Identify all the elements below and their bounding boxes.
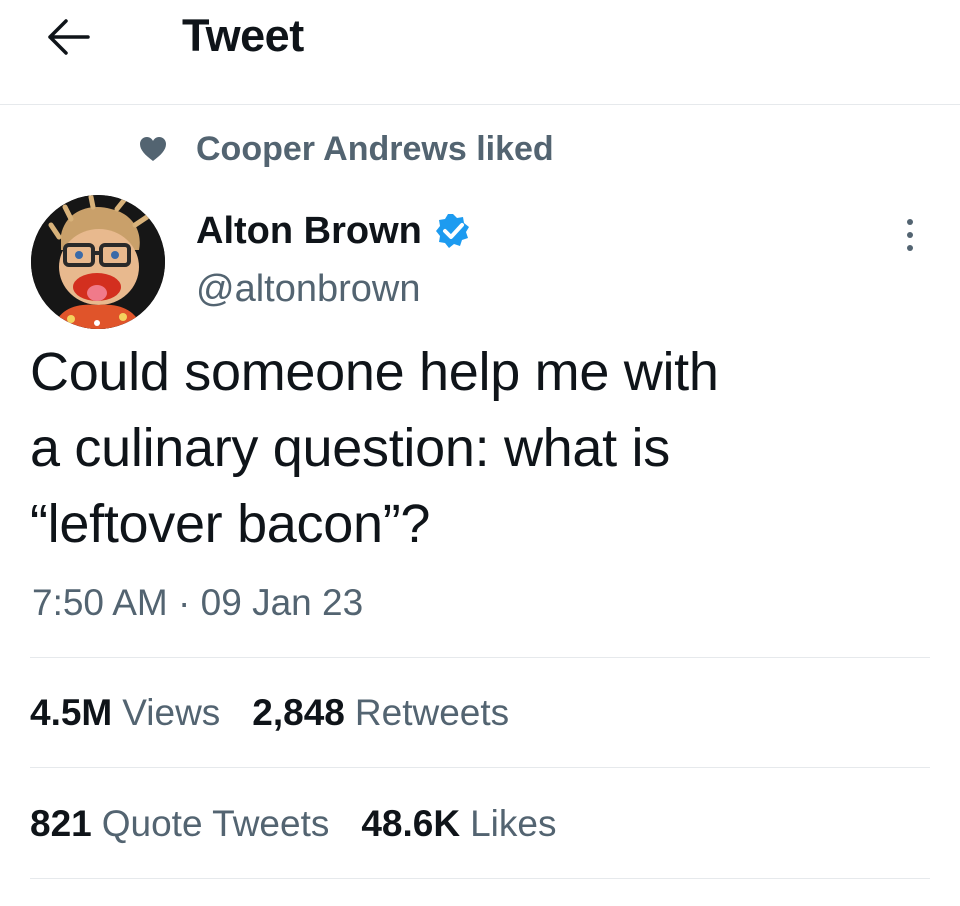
quote-tweets-count: 821 bbox=[30, 803, 92, 844]
stats-row-2: 821 Quote Tweets 48.6K Likes bbox=[30, 796, 588, 852]
tweet-timestamp[interactable]: 7:50 AM · 09 Jan 23 bbox=[32, 578, 363, 628]
back-button[interactable] bbox=[40, 12, 96, 62]
top-bar: Tweet bbox=[0, 0, 960, 105]
page-title: Tweet bbox=[182, 10, 304, 61]
retweets-label: Retweets bbox=[354, 692, 510, 733]
timestamp-separator: · bbox=[178, 582, 191, 623]
likes-label: Likes bbox=[470, 803, 557, 844]
social-context[interactable]: Cooper Andrews liked bbox=[138, 124, 554, 174]
tweet-time: 7:50 AM bbox=[32, 582, 168, 623]
views-label: Views bbox=[122, 692, 221, 733]
quote-tweets-stat[interactable]: 821 Quote Tweets bbox=[30, 803, 329, 845]
more-dot-icon bbox=[907, 232, 913, 238]
puppet-avatar-image bbox=[31, 195, 165, 329]
display-name-text: Alton Brown bbox=[196, 210, 422, 252]
likes-stat[interactable]: 48.6K Likes bbox=[361, 803, 556, 845]
stats-row-1: 4.5M Views 2,848 Retweets bbox=[30, 685, 541, 741]
likes-count: 48.6K bbox=[361, 803, 461, 844]
quote-tweets-label: Quote Tweets bbox=[101, 803, 330, 844]
views-count: 4.5M bbox=[30, 692, 113, 733]
divider bbox=[30, 657, 930, 658]
divider bbox=[30, 767, 930, 768]
social-context-text: Cooper Andrews liked bbox=[196, 129, 554, 168]
verified-badge-icon bbox=[434, 212, 472, 250]
divider bbox=[30, 878, 930, 879]
user-handle[interactable]: @altonbrown bbox=[196, 264, 420, 314]
heart-icon bbox=[138, 134, 168, 164]
more-dot-icon bbox=[907, 219, 913, 225]
more-dot-icon bbox=[907, 245, 913, 251]
tweet-date: 09 Jan 23 bbox=[200, 582, 364, 623]
more-options-button[interactable] bbox=[890, 208, 930, 262]
retweets-stat[interactable]: 2,848 Retweets bbox=[252, 692, 509, 734]
avatar[interactable] bbox=[31, 195, 165, 329]
tweet-text: Could someone help me with a culinary qu… bbox=[30, 342, 719, 554]
retweets-count: 2,848 bbox=[252, 692, 345, 733]
arrow-left-icon bbox=[48, 19, 90, 55]
display-name[interactable]: Alton Brown bbox=[196, 206, 472, 256]
views-stat[interactable]: 4.5M Views bbox=[30, 692, 220, 734]
